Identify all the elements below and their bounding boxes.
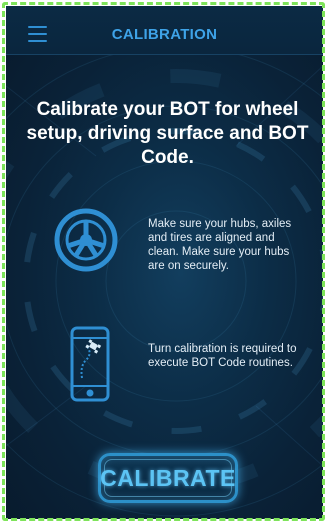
app-frame: CALIBRATION Calibrate your BOT for wheel… [0, 0, 331, 527]
calibrate-button[interactable]: CALIBRATE [98, 453, 238, 503]
calibrate-button-label: CALIBRATE [100, 464, 236, 491]
page-title: CALIBRATION [111, 26, 218, 43]
app-screen: CALIBRATION Calibrate your BOT for wheel… [6, 6, 323, 519]
turn-calibration-info: Turn calibration is required to execute … [148, 343, 297, 369]
phone-turn-icon [70, 326, 110, 402]
wheel-icon [54, 208, 118, 272]
calibration-headline: Calibrate your BOT for wheel setup, driv… [26, 99, 309, 168]
wheel-instructions: Make sure your hubs, axiles and tires ar… [148, 218, 292, 272]
top-app-bar: CALIBRATION [6, 6, 323, 55]
